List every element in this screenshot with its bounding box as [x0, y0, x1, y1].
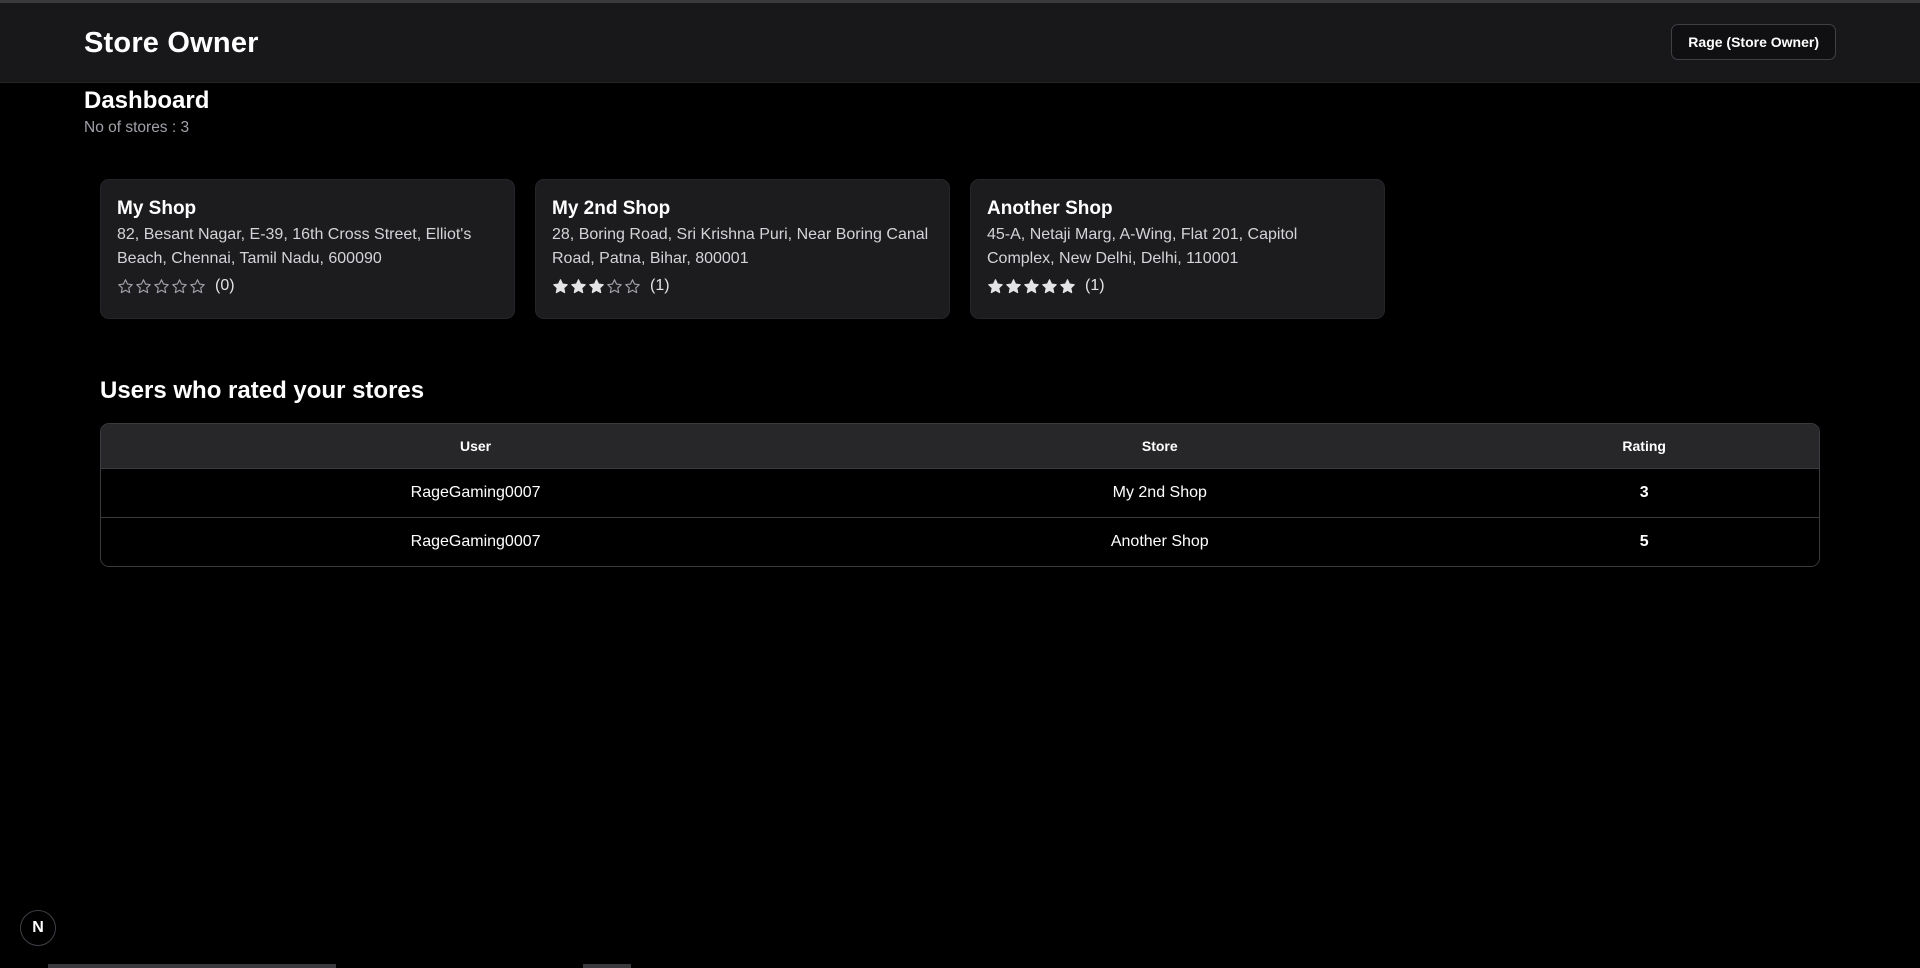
user-menu-button[interactable]: Rage (Store Owner): [1671, 24, 1836, 60]
star-filled-icon: [1042, 278, 1057, 293]
store-rating: (1): [987, 277, 1368, 295]
store-rating: (0): [117, 277, 498, 295]
horizontal-scrollbar[interactable]: [0, 964, 1920, 968]
cell-store: Another Shop: [850, 516, 1470, 566]
star-outline-icon: [118, 278, 133, 293]
store-card: My 2nd Shop 28, Boring Road, Sri Krishna…: [535, 179, 950, 319]
star-filled-icon: [553, 278, 568, 293]
star-filled-icon: [1006, 278, 1021, 293]
store-address: 28, Boring Road, Sri Krishna Puri, Near …: [552, 226, 929, 267]
column-header-rating: Rating: [1622, 437, 1666, 454]
scrollbar-thumb-secondary[interactable]: [583, 964, 631, 968]
ratings-table: User Store Rating RageGaming0007 My 2nd …: [100, 423, 1820, 567]
store-name: Another Shop: [987, 198, 1113, 219]
page-title: Dashboard: [84, 87, 210, 114]
cell-user: RageGaming0007: [101, 516, 851, 566]
nextjs-dev-badge[interactable]: N: [20, 910, 56, 946]
store-address: 82, Besant Nagar, E-39, 16th Cross Stree…: [117, 226, 472, 267]
star-outline-icon: [154, 278, 169, 293]
star-outline-icon: [136, 278, 151, 293]
cell-rating: 5: [1469, 516, 1819, 566]
star-filled-icon: [571, 278, 586, 293]
column-header-store: Store: [1141, 437, 1178, 454]
rating-count: (1): [650, 277, 670, 294]
table-header-row: User Store Rating: [101, 424, 1819, 468]
app-header: Store Owner Rage (Store Owner): [0, 3, 1920, 83]
cell-store: My 2nd Shop: [850, 467, 1470, 517]
rating-count: (1): [1085, 277, 1105, 294]
star-filled-icon: [1024, 278, 1039, 293]
cell-rating: 3: [1469, 467, 1819, 517]
star-outline-icon: [607, 278, 622, 293]
scrollbar-thumb[interactable]: [48, 964, 336, 968]
store-card: My Shop 82, Besant Nagar, E-39, 16th Cro…: [100, 179, 515, 319]
nextjs-logo-icon: N: [32, 919, 44, 936]
table-row: RageGaming0007 My 2nd Shop 3: [101, 467, 1819, 517]
star-filled-icon: [1060, 278, 1075, 293]
cell-user: RageGaming0007: [101, 467, 851, 517]
star-outline-icon: [190, 278, 205, 293]
column-header-user: User: [460, 437, 492, 454]
star-rating: [117, 278, 206, 295]
store-name: My 2nd Shop: [552, 198, 671, 219]
rating-count: (0): [215, 277, 235, 294]
star-rating: [552, 278, 641, 295]
star-rating: [987, 278, 1076, 295]
store-address: 45-A, Netaji Marg, A-Wing, Flat 201, Cap…: [987, 226, 1298, 267]
app-title: Store Owner: [84, 27, 259, 59]
store-name: My Shop: [117, 198, 197, 219]
table-row: RageGaming0007 Another Shop 5: [101, 516, 1819, 566]
store-cards: My Shop 82, Besant Nagar, E-39, 16th Cro…: [100, 179, 1385, 319]
star-outline-icon: [625, 278, 640, 293]
ratings-section-title: Users who rated your stores: [100, 377, 425, 404]
star-outline-icon: [172, 278, 187, 293]
star-filled-icon: [589, 278, 604, 293]
store-card: Another Shop 45-A, Netaji Marg, A-Wing, …: [970, 179, 1385, 319]
star-filled-icon: [988, 278, 1003, 293]
store-rating: (1): [552, 277, 933, 295]
store-count: No of stores : 3: [84, 119, 190, 136]
